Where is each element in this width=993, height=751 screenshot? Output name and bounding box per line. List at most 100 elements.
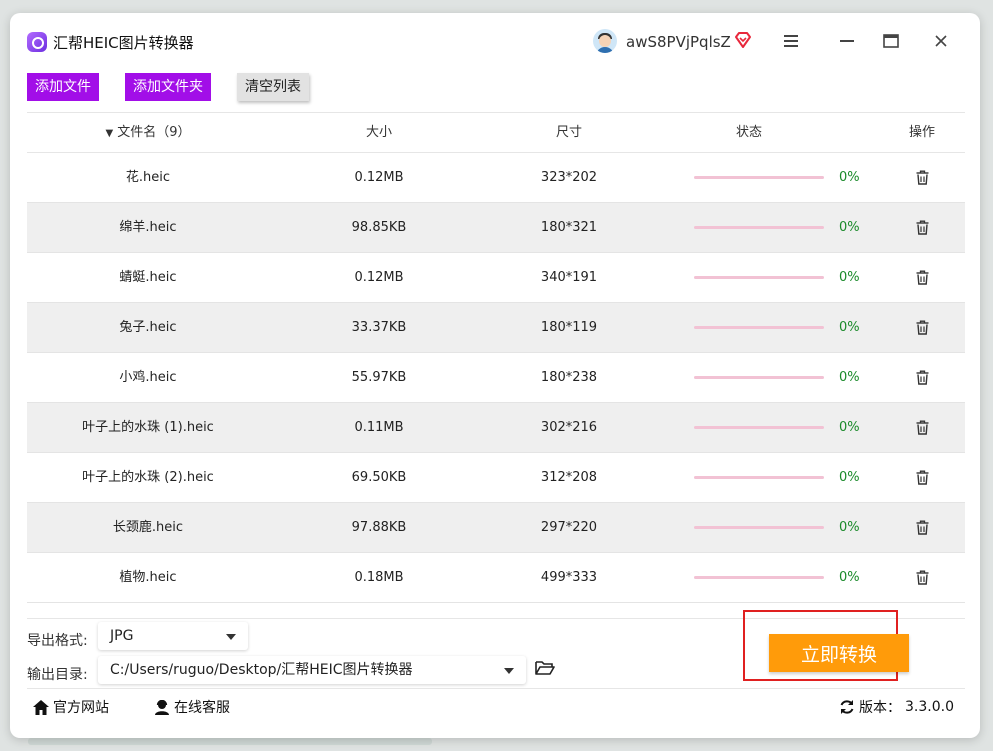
file-dimensions: 499*333 [540,570,598,585]
add-file-button[interactable]: 添加文件 [27,73,99,101]
online-support-link[interactable]: 在线客服 [154,697,230,717]
status-cell: 0% [649,553,879,602]
table-row[interactable]: 长颈鹿.heic 97.88KB 297*220 0% [27,503,965,553]
action-cell [879,503,965,552]
table-body: 花.heic 0.12MB 323*202 0% 绵羊.heic 98.85KB 180*3… [27,153,965,603]
folder-open-icon[interactable] [535,659,555,677]
progress-percent: 0% [839,570,860,585]
file-name: 植物.heic [119,570,177,585]
trash-icon[interactable] [916,320,929,335]
progress-percent: 0% [839,220,860,235]
file-dimensions: 180*119 [540,320,598,335]
file-name: 小鸡.heic [119,370,177,385]
file-dimensions: 297*220 [540,520,598,535]
progress-bar [694,376,824,379]
progress-bar [694,576,824,579]
toolbar: 添加文件 添加文件夹 清空列表 [27,73,965,113]
action-cell [879,303,965,352]
action-cell [879,403,965,452]
file-size: 0.18MB [354,570,404,585]
progress-bar [694,476,824,479]
table-row[interactable]: 蜻蜓.heic 0.12MB 340*191 0% [27,253,965,303]
progress-percent: 0% [839,420,860,435]
file-size: 69.50KB [351,470,407,485]
vip-diamond-icon[interactable] [734,31,752,49]
table-row[interactable]: 小鸡.heic 55.97KB 180*238 0% [27,353,965,403]
file-name: 长颈鹿.heic [112,520,184,535]
status-cell: 0% [649,453,879,502]
file-name: 花.heic [125,170,171,185]
version-info[interactable]: 版本： 3.3.0.0 [839,697,954,717]
file-size: 0.12MB [354,270,404,285]
trash-icon[interactable] [916,170,929,185]
minimize-icon[interactable] [832,27,862,55]
version-label: 版本： [859,700,901,716]
trash-icon[interactable] [916,270,929,285]
table-row[interactable]: 花.heic 0.12MB 323*202 0% [27,153,965,203]
avatar-icon[interactable] [593,29,617,53]
menu-icon[interactable] [776,27,806,55]
convert-now-button[interactable]: 立即转换 [769,634,909,672]
website-label: 官方网站 [53,700,109,716]
file-name: 绵羊.heic [119,220,177,235]
file-size: 55.97KB [351,370,407,385]
trash-icon[interactable] [916,220,929,235]
status-cell: 0% [649,203,879,252]
progress-bar [694,226,824,229]
support-label: 在线客服 [174,700,230,716]
table-row[interactable]: 植物.heic 0.18MB 499*333 0% [27,553,965,603]
progress-percent: 0% [839,520,860,535]
trash-icon[interactable] [916,420,929,435]
header-action: 操作 [908,125,935,140]
action-cell [879,553,965,602]
action-cell [879,453,965,502]
header-name[interactable]: ▼ 文件名（9） [27,113,269,152]
close-icon[interactable] [926,27,956,55]
app-window: 汇帮HEIC图片转换器 awS8PVjPqlsZ 添加文件 添加文件夹 清空列表 [10,13,980,738]
user-headset-icon [155,699,169,715]
file-dimensions: 180*238 [540,370,598,385]
header-name-label: 文件名（9） [117,125,191,140]
file-dimensions: 180*321 [540,220,598,235]
footer: 官方网站 在线客服 版本： 3.3.0.0 [27,688,965,725]
progress-percent: 0% [839,270,860,285]
maximize-icon[interactable] [876,27,906,55]
status-cell: 0% [649,153,879,202]
file-size: 33.37KB [351,320,407,335]
format-value: JPG [110,628,134,644]
table-row[interactable]: 叶子上的水珠 (1).heic 0.11MB 302*216 0% [27,403,965,453]
format-label: 导出格式: [27,633,88,649]
file-dimensions: 340*191 [540,270,598,285]
progress-percent: 0% [839,470,860,485]
file-name: 兔子.heic [119,320,177,335]
action-cell [879,153,965,202]
file-table: ▼ 文件名（9） 大小 尺寸 状态 操作 花.heic 0.12MB 323*202 0… [27,112,965,603]
trash-icon[interactable] [916,520,929,535]
format-select[interactable]: JPG [98,622,248,650]
status-cell: 0% [649,253,879,302]
username[interactable]: awS8PVjPqlsZ [626,33,731,51]
trash-icon[interactable] [916,470,929,485]
file-dimensions: 302*216 [540,420,598,435]
add-folder-button[interactable]: 添加文件夹 [125,73,211,101]
output-dir-select[interactable]: C:/Users/ruguo/Desktop/汇帮HEIC图片转换器 [98,656,526,684]
title-bar: 汇帮HEIC图片转换器 awS8PVjPqlsZ [10,13,980,63]
progress-bar [694,426,824,429]
clear-list-button[interactable]: 清空列表 [237,73,309,101]
trash-icon[interactable] [916,570,929,585]
table-row[interactable]: 绵羊.heic 98.85KB 180*321 0% [27,203,965,253]
official-website-link[interactable]: 官方网站 [33,697,109,717]
trash-icon[interactable] [916,370,929,385]
progress-bar [694,176,824,179]
action-cell [879,253,965,302]
chevron-down-icon [226,634,236,640]
status-cell: 0% [649,303,879,352]
app-logo-icon [27,32,47,52]
file-name: 蜻蜓.heic [119,270,177,285]
table-header: ▼ 文件名（9） 大小 尺寸 状态 操作 [27,113,965,153]
file-name: 叶子上的水珠 (2).heic [82,470,214,485]
table-row[interactable]: 叶子上的水珠 (2).heic 69.50KB 312*208 0% [27,453,965,503]
table-row[interactable]: 兔子.heic 33.37KB 180*119 0% [27,303,965,353]
header-size: 大小 [365,125,392,140]
refresh-icon [840,700,854,714]
